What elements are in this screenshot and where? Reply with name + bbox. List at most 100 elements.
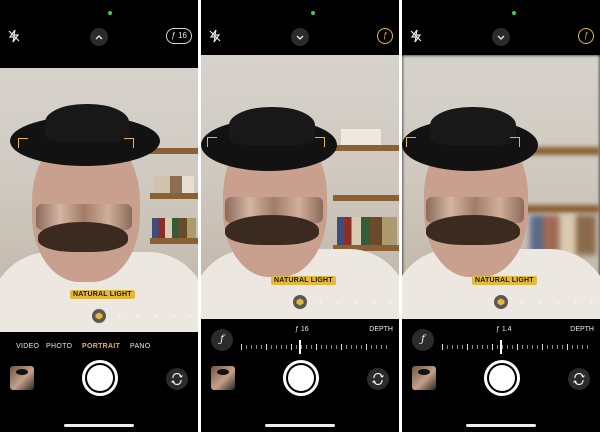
lighting-option-dot[interactable] [520, 301, 523, 304]
camera-flip-icon [372, 373, 384, 385]
aperture-badge[interactable]: ƒ [377, 28, 393, 44]
shutter-button[interactable] [283, 360, 319, 396]
mode-video[interactable]: VIDEO [16, 343, 39, 350]
aperture-badge[interactable]: ƒ 16 [166, 28, 192, 44]
last-photo-thumbnail[interactable] [211, 366, 235, 390]
depth-slider[interactable] [442, 340, 592, 354]
focus-frame-corner [18, 138, 28, 148]
slider-tick [311, 345, 312, 349]
viewfinder[interactable]: NATURAL LIGHT [201, 55, 399, 319]
portrait-lighting-cube-icon [497, 298, 505, 306]
slider-tick [562, 345, 563, 349]
slider-tick [266, 344, 267, 350]
slider-tick [326, 345, 327, 349]
lighting-option-dot[interactable] [556, 301, 559, 304]
mode-pano[interactable]: PANO [130, 343, 151, 350]
portrait-lighting-cube-icon [95, 312, 103, 320]
slider-tick [331, 345, 332, 349]
slider-tick [527, 345, 528, 349]
lighting-option-dot[interactable] [337, 301, 340, 304]
lighting-option-dot[interactable] [319, 301, 322, 304]
slider-tick [542, 344, 543, 350]
lighting-option-dot[interactable] [590, 301, 593, 304]
slider-tick [517, 344, 518, 350]
lighting-label: NATURAL LIGHT [70, 290, 135, 299]
camera-in-use-indicator [512, 11, 516, 15]
lighting-option-dot[interactable] [172, 315, 175, 318]
home-indicator[interactable] [64, 424, 134, 427]
mode-portrait[interactable]: PORTRAIT [82, 343, 120, 350]
flash-off-icon[interactable] [6, 28, 22, 44]
lighting-option-dot[interactable] [389, 301, 392, 304]
lighting-option-dot[interactable] [118, 315, 121, 318]
camera-flip-icon [573, 373, 585, 385]
home-indicator[interactable] [265, 424, 335, 427]
top-bar: ƒ 16 [0, 0, 198, 68]
camera-panel-3: ƒ NATURAL LIGHT ƒ ƒ 1.4 DEPTH [402, 0, 600, 432]
mode-selector[interactable]: VIDEO PHOTO PORTRAIT PANO [0, 343, 198, 355]
lighting-selector[interactable] [494, 295, 508, 309]
lighting-option-dot[interactable] [154, 315, 157, 318]
lighting-option-dot[interactable] [373, 301, 376, 304]
lighting-label: NATURAL LIGHT [472, 276, 537, 285]
slider-tick [281, 345, 282, 349]
slider-pointer[interactable] [299, 340, 301, 354]
viewfinder[interactable]: NATURAL LIGHT [402, 55, 600, 319]
depth-label: DEPTH [369, 326, 393, 333]
slider-tick [381, 345, 382, 349]
home-indicator[interactable] [466, 424, 536, 427]
lighting-option-dot[interactable] [355, 301, 358, 304]
focus-frame-corner [207, 137, 217, 147]
depth-slider[interactable] [241, 340, 391, 354]
slider-tick [577, 345, 578, 349]
slider-tick [467, 344, 468, 350]
controls-toggle-button[interactable] [492, 28, 510, 46]
slider-tick [472, 345, 473, 349]
depth-control-button[interactable]: ƒ [412, 329, 434, 351]
slider-tick [296, 345, 297, 349]
controls-toggle-button[interactable] [90, 28, 108, 46]
controls-toggle-button[interactable] [291, 28, 309, 46]
slider-tick [582, 345, 583, 349]
slider-tick [572, 345, 573, 349]
lighting-option-dot[interactable] [538, 301, 541, 304]
lighting-option-dot[interactable] [574, 301, 577, 304]
camera-flip-button[interactable] [367, 368, 389, 390]
mode-photo[interactable]: PHOTO [46, 343, 72, 350]
slider-tick [291, 344, 292, 350]
slider-tick [447, 345, 448, 349]
lighting-option-dot[interactable] [188, 315, 191, 318]
chevron-down-icon [497, 35, 505, 40]
slider-tick [557, 345, 558, 349]
chevron-down-icon [296, 35, 304, 40]
slider-tick [241, 344, 242, 350]
lighting-option-dot[interactable] [136, 315, 139, 318]
depth-control-button[interactable]: ƒ [211, 329, 233, 351]
slider-tick [442, 344, 443, 350]
slider-pointer[interactable] [500, 340, 502, 354]
flash-off-icon[interactable] [207, 28, 223, 44]
slider-tick [361, 345, 362, 349]
slider-tick [482, 345, 483, 349]
slider-tick [351, 345, 352, 349]
shutter-button[interactable] [82, 360, 118, 396]
camera-flip-icon [171, 373, 183, 385]
aperture-badge[interactable]: ƒ [578, 28, 594, 44]
shutter-button[interactable] [484, 360, 520, 396]
lighting-selector[interactable] [293, 295, 307, 309]
slider-tick [306, 345, 307, 349]
last-photo-thumbnail[interactable] [412, 366, 436, 390]
camera-flip-button[interactable] [568, 368, 590, 390]
lighting-selector[interactable] [92, 309, 106, 323]
viewfinder[interactable]: NATURAL LIGHT [0, 68, 198, 332]
camera-flip-button[interactable] [166, 368, 188, 390]
slider-tick [462, 345, 463, 349]
slider-tick [522, 345, 523, 349]
flash-off-icon[interactable] [408, 28, 424, 44]
focus-frame-corner [315, 137, 325, 147]
last-photo-thumbnail[interactable] [10, 366, 34, 390]
aperture-value: ƒ 1.4 [496, 326, 512, 333]
slider-tick [386, 345, 387, 349]
slider-tick [587, 345, 588, 349]
camera-panel-1: ƒ 16 NATURAL LIGHT VIDEO PHOTO PORTRAIT … [0, 0, 198, 432]
